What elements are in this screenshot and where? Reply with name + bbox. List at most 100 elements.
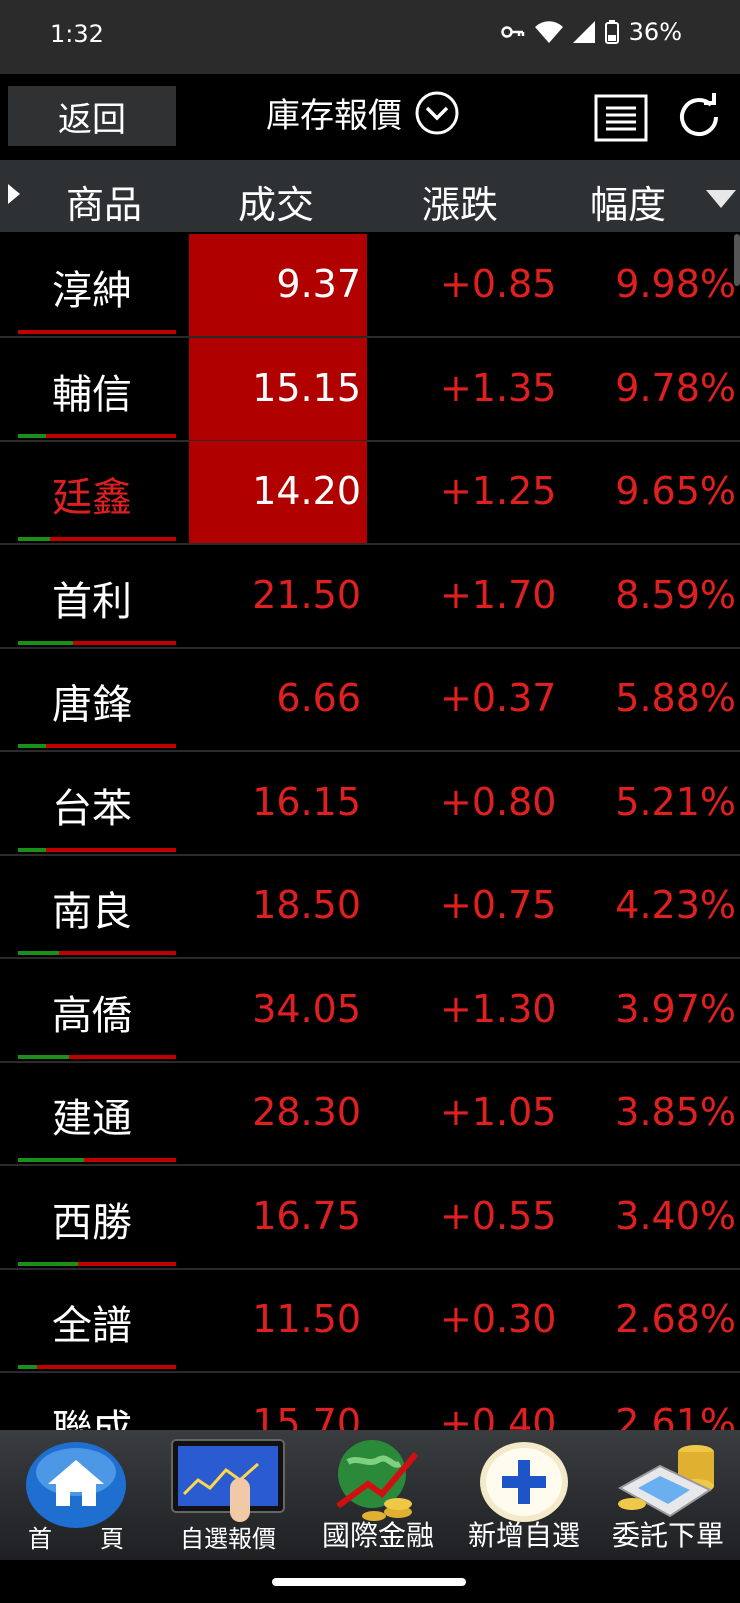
stock-change-percent: 2.61% xyxy=(615,1400,736,1431)
price-cell: 15.15 xyxy=(189,337,367,440)
back-button[interactable]: 返回 xyxy=(8,86,176,146)
price-cell: 6.66 xyxy=(189,648,367,750)
col-header-name[interactable]: 商品 xyxy=(66,174,142,229)
stock-change: +0.75 xyxy=(440,883,557,927)
tab-place-order-label: 委託下單 xyxy=(611,1519,724,1552)
stock-price: 6.66 xyxy=(276,676,361,720)
tab-watchlist-label: 自選報價 xyxy=(180,1525,276,1553)
stock-price: 16.15 xyxy=(252,779,361,824)
order-coins-icon xyxy=(617,1445,714,1518)
stock-change: +0.37 xyxy=(440,676,557,720)
status-icons: 36% xyxy=(500,18,682,46)
stock-price: 14.20 xyxy=(252,469,361,513)
stock-change: +0.40 xyxy=(440,1400,557,1431)
col-header-percent[interactable]: 幅度 xyxy=(590,174,666,229)
list-menu-icon[interactable] xyxy=(594,94,648,142)
stock-name: 全譜 xyxy=(52,1303,132,1349)
col-header-price[interactable]: 成交 xyxy=(238,174,314,229)
buy-sell-ratio-bar xyxy=(18,1158,176,1162)
buy-sell-ratio-bar xyxy=(18,951,176,955)
tab-watchlist[interactable]: 自選報價 xyxy=(152,1430,304,1560)
table-row[interactable]: 台苯 16.15 +0.80 5.21% xyxy=(0,752,740,856)
stock-name: 輔信 xyxy=(52,371,132,418)
table-row[interactable]: 全譜 11.50 +0.30 2.68% xyxy=(0,1269,740,1373)
tablet-chart-icon xyxy=(171,1439,285,1522)
col-header-change[interactable]: 漲跌 xyxy=(422,174,498,229)
top-bar: 返回 庫存報價 xyxy=(0,74,740,160)
buy-sell-ratio-bar xyxy=(18,1365,176,1369)
bottom-tab-bar: 首 頁 自選報價 國際金融 新增自選 委託下單 xyxy=(0,1430,740,1560)
quote-list[interactable]: 淳紳 9.37 +0.85 9.98% 輔信 15.15 +1.35 9.78% 廷鑫 14.20… xyxy=(0,234,740,1430)
status-bar: 1:32 36% xyxy=(0,0,740,74)
price-cell: 16.75 xyxy=(189,1166,367,1268)
chevron-down-icon xyxy=(415,91,459,134)
tab-intl-finance[interactable]: 國際金融 xyxy=(304,1430,452,1560)
stock-change-percent: 5.21% xyxy=(615,779,736,824)
price-cell: 9.37 xyxy=(189,234,367,336)
refresh-icon[interactable] xyxy=(672,90,726,144)
tab-home[interactable]: 首 頁 xyxy=(0,1430,152,1560)
price-cell: 16.15 xyxy=(189,752,367,854)
stock-change-percent: 5.88% xyxy=(615,676,736,720)
stock-change-percent: 3.40% xyxy=(615,1193,736,1238)
stock-change: +1.30 xyxy=(440,986,557,1031)
buy-sell-ratio-bar xyxy=(18,433,176,438)
gesture-handle[interactable] xyxy=(272,1578,466,1586)
buy-sell-ratio-bar xyxy=(18,1054,176,1059)
stock-name: 西勝 xyxy=(52,1199,132,1246)
add-icon xyxy=(480,1442,568,1522)
price-cell: 15.70 xyxy=(189,1373,367,1431)
stock-name: 聯成 xyxy=(52,1406,132,1431)
price-cell: 34.05 xyxy=(189,959,367,1061)
stock-name: 建通 xyxy=(52,1096,132,1142)
stock-change-percent: 8.59% xyxy=(615,572,736,617)
globe-coins-icon xyxy=(336,1440,419,1521)
price-cell: 11.50 xyxy=(189,1269,367,1371)
table-row[interactable]: 唐鋒 6.66 +0.37 5.88% xyxy=(0,648,740,752)
table-row[interactable]: 南良 18.50 +0.75 4.23% xyxy=(0,855,740,959)
stock-change-percent: 2.68% xyxy=(615,1297,736,1341)
stock-name: 首利 xyxy=(52,578,132,625)
buy-sell-ratio-bar xyxy=(18,847,176,852)
table-row[interactable]: 廷鑫 14.20 +1.25 9.65% xyxy=(0,441,740,545)
scrollbar-thumb[interactable] xyxy=(734,234,740,286)
stock-price: 9.37 xyxy=(276,262,361,306)
table-row[interactable]: 西勝 16.75 +0.55 3.40% xyxy=(0,1166,740,1270)
buy-sell-ratio-bar xyxy=(18,640,176,645)
title-dropdown[interactable]: 庫存報價 xyxy=(266,88,460,137)
page-title: 庫存報價 xyxy=(266,96,402,136)
tab-home-label: 首 頁 xyxy=(28,1525,124,1553)
stock-change: +1.35 xyxy=(440,365,557,410)
table-row[interactable]: 輔信 15.15 +1.35 9.78% xyxy=(0,337,740,442)
stock-name: 淳紳 xyxy=(52,268,132,314)
tab-intl-finance-label: 國際金融 xyxy=(321,1519,434,1552)
table-header: 商品 成交 漲跌 幅度 xyxy=(0,160,740,232)
tab-add-watchlist-label: 新增自選 xyxy=(467,1519,580,1552)
table-row[interactable]: 淳紳 9.37 +0.85 9.98% xyxy=(0,234,740,338)
stock-change: +1.70 xyxy=(440,572,557,617)
stock-price: 15.70 xyxy=(252,1400,361,1431)
stock-change-percent: 3.97% xyxy=(615,986,736,1031)
table-row[interactable]: 高僑 34.05 +1.30 3.97% xyxy=(0,959,740,1063)
stock-price: 15.15 xyxy=(252,365,361,410)
stock-change-percent: 9.98% xyxy=(615,262,736,306)
table-row[interactable]: 首利 21.50 +1.70 8.59% xyxy=(0,545,740,649)
stock-price: 21.50 xyxy=(252,572,361,617)
buy-sell-ratio-bar xyxy=(18,1261,176,1266)
tab-place-order[interactable]: 委託下單 xyxy=(596,1430,740,1560)
stock-price: 16.75 xyxy=(252,1193,361,1238)
expand-left-icon[interactable] xyxy=(8,184,20,204)
stock-name: 廷鑫 xyxy=(52,475,132,521)
stock-change: +0.55 xyxy=(440,1193,557,1238)
table-row[interactable]: 建通 28.30 +1.05 3.85% xyxy=(0,1062,740,1166)
stock-name: 南良 xyxy=(52,889,132,935)
tab-add-watchlist[interactable]: 新增自選 xyxy=(452,1430,596,1560)
table-row[interactable]: 聯成 15.70 +0.40 2.61% xyxy=(0,1373,740,1431)
price-cell: 18.50 xyxy=(189,855,367,957)
stock-price: 11.50 xyxy=(252,1297,361,1341)
battery-level: 36% xyxy=(628,18,682,46)
stock-change-percent: 4.23% xyxy=(615,883,736,927)
stock-change-percent: 9.65% xyxy=(615,469,736,513)
status-time: 1:32 xyxy=(50,20,104,48)
sort-down-icon[interactable] xyxy=(706,190,736,208)
